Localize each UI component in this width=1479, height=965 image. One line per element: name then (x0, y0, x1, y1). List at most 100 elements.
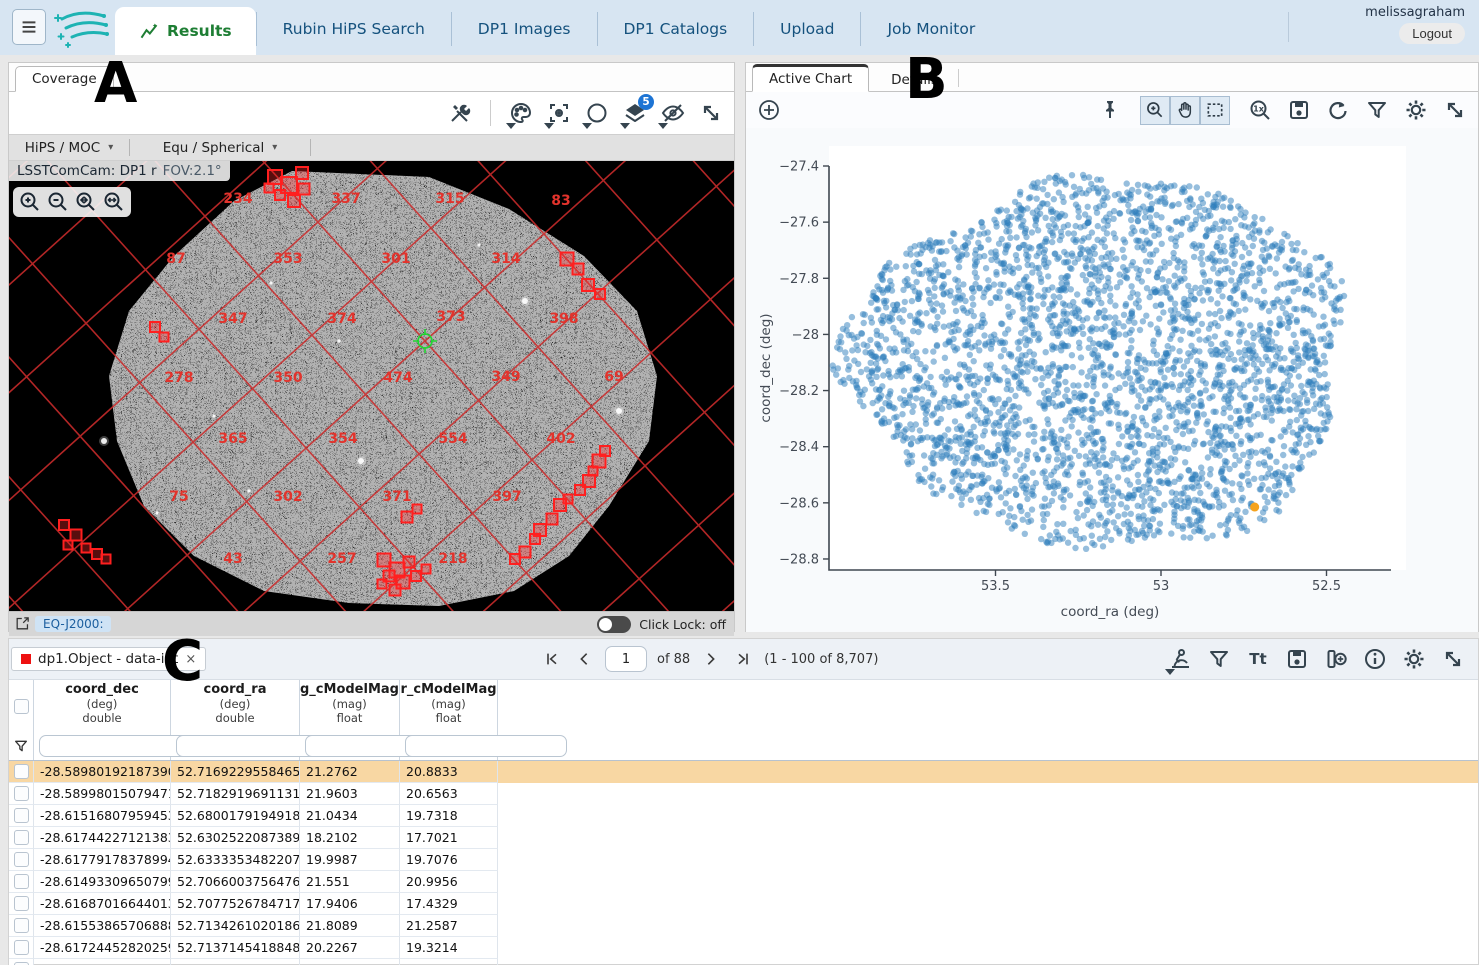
nav-tab-rubin-hips-search[interactable]: Rubin HiPS Search (256, 12, 451, 46)
sky-coverage-image[interactable]: 2343373158387353301314347374373398278350… (9, 161, 734, 611)
row-checkbox[interactable] (14, 940, 29, 955)
dropdown-caret-icon (658, 123, 668, 129)
palette-icon[interactable] (506, 98, 536, 128)
expand-icon[interactable] (1438, 644, 1468, 674)
hips-moc-dropdown[interactable]: HiPS / MOC▾ (9, 140, 129, 156)
projection-dropdown[interactable]: Equ / Spherical▾ (130, 140, 310, 156)
add-chart-icon[interactable] (754, 95, 784, 125)
svg-text:coord_ra (deg): coord_ra (deg) (1061, 604, 1160, 620)
nav-tab-upload[interactable]: Upload (753, 12, 860, 46)
prev-page-button[interactable] (573, 648, 595, 670)
settings-gear-icon[interactable] (1401, 95, 1431, 125)
table-row[interactable]: -28.61493309650799752.7066003756476721.5… (9, 871, 1478, 893)
annotation-c: C (162, 634, 203, 690)
toolbar-divider (490, 100, 491, 126)
settings-gear-icon[interactable] (1399, 644, 1429, 674)
column-header-g_cModelMag[interactable]: g_cModelMag(mag)float (300, 680, 400, 732)
save-icon[interactable] (1282, 644, 1312, 674)
pan-hand-icon[interactable] (1170, 96, 1200, 125)
table-row[interactable]: -28.61687016644013752.70775267847175617.… (9, 893, 1478, 915)
table-title: dp1.Object - data-int (38, 651, 178, 667)
table-row[interactable]: -28.58998015079471652.7182919691131721.9… (9, 783, 1478, 805)
layers-icon[interactable]: 5 (620, 98, 650, 128)
tile-number: 474 (383, 370, 412, 386)
recenter-icon[interactable] (544, 98, 574, 128)
menu-button[interactable] (12, 9, 46, 45)
image-title-chip: LSSTComCam: DP1 rFOV:2.1° (9, 161, 230, 181)
tile-number: 371 (382, 489, 411, 505)
last-page-button[interactable] (732, 648, 754, 670)
table-header-bar: dp1.Object - data-int × of 88 (1 - 100 o… (9, 639, 1478, 680)
click-lock-toggle[interactable] (597, 616, 631, 633)
table-body: -28.58980192187390752.7169229558465421.2… (9, 761, 1478, 965)
table-row[interactable]: -28.6172445282025952.7137145418848720.22… (9, 937, 1478, 959)
svg-text:53: 53 (1153, 579, 1170, 594)
select-all-checkbox[interactable] (14, 699, 29, 714)
logout-button[interactable]: Logout (1399, 23, 1465, 44)
filter-input-r_cModelMag[interactable] (405, 735, 567, 757)
text-options-icon[interactable] (1243, 644, 1273, 674)
zoom-fill-icon[interactable] (101, 189, 127, 215)
zoom-fit-icon[interactable] (73, 189, 99, 215)
table-row[interactable] (9, 959, 1478, 965)
data-scope-icon[interactable] (1165, 644, 1195, 674)
svg-text:−28.2: −28.2 (779, 384, 819, 399)
table-row[interactable]: -28.58980192187390752.7169229558465421.2… (9, 761, 1478, 783)
filter-funnel-icon[interactable] (1362, 95, 1392, 125)
zoom-in-icon[interactable] (1140, 96, 1170, 125)
tile-number: 398 (549, 311, 578, 327)
expand-icon[interactable] (1440, 95, 1470, 125)
row-checkbox[interactable] (14, 786, 29, 801)
table-row[interactable]: -28.61516807959453652.6800179194918821.0… (9, 805, 1478, 827)
tile-number: 315 (435, 191, 464, 207)
box-select-icon[interactable] (1200, 96, 1230, 125)
selected-point[interactable] (1250, 503, 1259, 512)
tile-number: 365 (218, 431, 247, 447)
row-checkbox[interactable] (14, 874, 29, 889)
rotate-icon[interactable] (1323, 95, 1353, 125)
zoom-out-icon[interactable] (45, 189, 71, 215)
table-toolbar (1165, 639, 1468, 679)
add-column-icon[interactable] (1321, 644, 1351, 674)
nav-tab-dp1-catalogs[interactable]: DP1 Catalogs (597, 12, 754, 46)
svg-text:−28: −28 (792, 328, 819, 343)
row-checkbox[interactable] (14, 764, 29, 779)
page-number-input[interactable] (605, 646, 647, 672)
row-checkbox[interactable] (14, 896, 29, 911)
tile-number: 302 (273, 489, 302, 505)
tile-number: 402 (546, 431, 575, 447)
next-page-button[interactable] (700, 648, 722, 670)
nav-tab-dp1-images[interactable]: DP1 Images (451, 12, 597, 46)
fov-label: FOV:2.1° (163, 163, 222, 179)
external-link-icon[interactable] (14, 615, 31, 635)
table-row[interactable]: -28.61744227121383652.63025220873894518.… (9, 827, 1478, 849)
svg-text:−27.6: −27.6 (779, 216, 819, 231)
tab-active-chart[interactable]: Active Chart (752, 64, 869, 92)
column-header-r_cModelMag[interactable]: r_cModelMag(mag)float (400, 680, 498, 732)
expand-icon[interactable] (696, 98, 726, 128)
filter-funnel-icon[interactable] (1204, 644, 1234, 674)
zoom-1x-icon[interactable] (1245, 95, 1275, 125)
nav-tab-job-monitor[interactable]: Job Monitor (860, 12, 1001, 46)
chart-panel: Active ChartDetails −27.4−27.6−27.8−28−2… (745, 62, 1479, 632)
column-header-coord_dec[interactable]: coord_dec(deg)double (34, 680, 171, 732)
row-checkbox[interactable] (14, 918, 29, 933)
first-page-button[interactable] (541, 648, 563, 670)
row-checkbox[interactable] (14, 808, 29, 823)
region-circle-icon[interactable] (582, 98, 612, 128)
row-checkbox[interactable] (14, 852, 29, 867)
save-icon[interactable] (1284, 95, 1314, 125)
nav-tab-results[interactable]: Results (115, 7, 256, 55)
zoom-in-icon[interactable] (17, 189, 43, 215)
filter-funnel-icon[interactable] (13, 738, 29, 754)
info-icon[interactable] (1360, 644, 1390, 674)
row-checkbox[interactable] (14, 830, 29, 845)
table-row[interactable]: -28.61779178378994452.6333353482207619.9… (9, 849, 1478, 871)
table-row[interactable]: -28.61553865706888552.7134261020186321.8… (9, 915, 1478, 937)
table-color-swatch (21, 654, 31, 664)
scatter-chart[interactable]: −27.4−27.6−27.8−28−28.2−28.4−28.6−28.853… (746, 128, 1478, 632)
tools-icon[interactable] (445, 98, 475, 128)
visibility-off-icon[interactable] (658, 98, 688, 128)
click-lock-label: Click Lock: off (639, 617, 726, 632)
pin-icon[interactable] (1095, 95, 1125, 125)
